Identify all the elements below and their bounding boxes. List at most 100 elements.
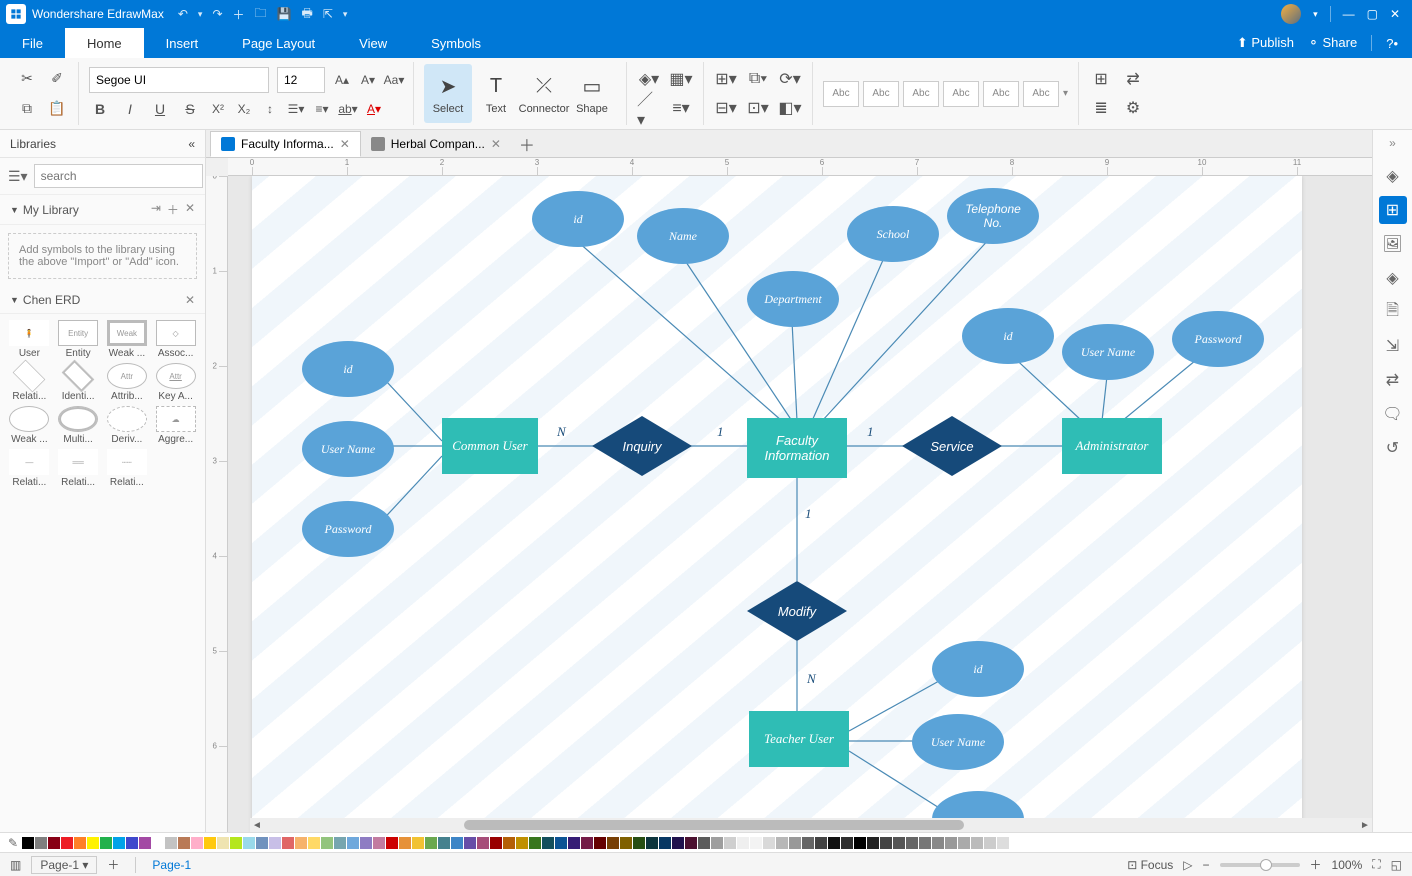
color-swatch[interactable] <box>750 837 762 849</box>
close-tab-icon[interactable]: ✕ <box>340 137 350 151</box>
attr-ellipse[interactable]: Password <box>1172 311 1264 367</box>
image-panel-icon[interactable]: 🖼 <box>1379 230 1407 258</box>
attr-ellipse[interactable]: Department <box>747 271 839 327</box>
select-tool[interactable]: ➤Select <box>424 64 472 123</box>
color-swatch[interactable] <box>867 837 879 849</box>
color-swatch[interactable] <box>932 837 944 849</box>
new-icon[interactable]: ＋ <box>233 6 245 23</box>
color-swatch[interactable] <box>204 837 216 849</box>
bold-icon[interactable]: B <box>89 98 111 120</box>
shape-user[interactable]: 🧍User <box>6 320 53 359</box>
align-icon[interactable]: ⊞▾ <box>714 67 738 91</box>
line-icon[interactable]: ／▾ <box>637 96 661 120</box>
superscript-icon[interactable]: X² <box>209 100 227 118</box>
style-preset[interactable]: Abc <box>943 81 979 107</box>
color-swatch[interactable] <box>100 837 112 849</box>
attr-ellipse[interactable]: School <box>847 206 939 262</box>
style-more-icon[interactable]: ▾ <box>1063 88 1068 99</box>
color-swatch[interactable] <box>35 837 47 849</box>
color-swatch[interactable] <box>321 837 333 849</box>
entity-administrator[interactable]: Administrator <box>1062 418 1162 474</box>
color-swatch[interactable] <box>464 837 476 849</box>
color-swatch[interactable] <box>438 837 450 849</box>
color-swatch[interactable] <box>48 837 60 849</box>
color-swatch[interactable] <box>776 837 788 849</box>
outline-view-icon[interactable]: ▥ <box>0 858 31 872</box>
shape-weak-entity[interactable]: WeakWeak ... <box>104 320 151 359</box>
font-increase-icon[interactable]: A▴ <box>333 71 351 89</box>
color-swatch[interactable] <box>919 837 931 849</box>
page-selector[interactable]: Page-1 ▾ <box>31 856 97 874</box>
attr-ellipse[interactable]: User Name <box>912 714 1004 770</box>
style-preset[interactable]: Abc <box>823 81 859 107</box>
color-swatch[interactable] <box>191 837 203 849</box>
rotate-icon[interactable]: ⟳▾ <box>778 67 802 91</box>
notes-panel-icon[interactable]: 🗎 <box>1379 298 1407 326</box>
rel-modify[interactable]: Modify <box>747 581 847 641</box>
color-swatch[interactable] <box>243 837 255 849</box>
color-swatch[interactable] <box>685 837 697 849</box>
shape-deriv[interactable]: Deriv... <box>104 406 151 445</box>
connector-tool[interactable]: ⤫Connector <box>520 64 568 123</box>
layers-panel-icon[interactable]: ◈ <box>1379 264 1407 292</box>
attr-ellipse[interactable]: TelephoneNo. <box>947 188 1039 244</box>
fit-page-icon[interactable]: ⛶ <box>1372 857 1380 872</box>
color-swatch[interactable] <box>646 837 658 849</box>
numbering-icon[interactable]: ≡▾ <box>313 100 331 118</box>
shape-line2[interactable]: ══Relati... <box>55 449 102 488</box>
avatar-dropdown-icon[interactable]: ▾ <box>1313 9 1318 20</box>
help-button[interactable]: ?• <box>1386 36 1398 51</box>
doc-tab-active[interactable]: Faculty Informa... ✕ <box>210 131 361 157</box>
maximize-button[interactable]: ▢ <box>1367 7 1378 21</box>
underline-icon[interactable]: U <box>149 98 171 120</box>
color-swatch[interactable] <box>490 837 502 849</box>
scroll-right-icon[interactable]: ► <box>1358 820 1372 831</box>
shape-line3[interactable]: ┄┄Relati... <box>104 449 151 488</box>
color-swatch[interactable] <box>568 837 580 849</box>
color-swatch[interactable] <box>893 837 905 849</box>
color-swatch[interactable] <box>841 837 853 849</box>
collapse-panel-icon[interactable]: « <box>188 137 195 151</box>
color-swatch[interactable] <box>958 837 970 849</box>
color-swatch[interactable] <box>269 837 281 849</box>
paste-icon[interactable]: 📋 <box>46 97 68 119</box>
color-swatch[interactable] <box>165 837 177 849</box>
color-swatch[interactable] <box>737 837 749 849</box>
doc-tab[interactable]: Herbal Compan... ✕ <box>361 131 511 157</box>
shape-line1[interactable]: ―Relati... <box>6 449 53 488</box>
copy-icon[interactable]: ⧉ <box>16 97 38 119</box>
shape-weak-attr[interactable]: Weak ... <box>6 406 53 445</box>
page-indicator[interactable]: Page-1 <box>142 858 201 872</box>
color-swatch[interactable] <box>997 837 1009 849</box>
print-icon[interactable]: 🖶 <box>301 4 312 25</box>
line-spacing-icon[interactable]: ↕ <box>261 100 279 118</box>
color-swatch[interactable] <box>360 837 372 849</box>
color-swatch[interactable] <box>581 837 593 849</box>
close-section-icon[interactable]: ✕ <box>185 293 195 307</box>
color-swatch[interactable] <box>87 837 99 849</box>
menu-symbols[interactable]: Symbols <box>409 28 503 58</box>
color-swatch[interactable] <box>477 837 489 849</box>
color-swatch[interactable] <box>412 837 424 849</box>
color-swatch[interactable] <box>971 837 983 849</box>
color-swatch[interactable] <box>217 837 229 849</box>
bullets-icon[interactable]: ☰▾ <box>287 100 305 118</box>
scroll-left-icon[interactable]: ◄ <box>250 820 264 831</box>
style-preset[interactable]: Abc <box>863 81 899 107</box>
italic-icon[interactable]: I <box>119 98 141 120</box>
color-swatch[interactable] <box>386 837 398 849</box>
font-size-select[interactable] <box>277 67 325 93</box>
color-swatch[interactable] <box>22 837 34 849</box>
shape-relation[interactable]: Relati... <box>6 363 53 402</box>
font-name-select[interactable] <box>89 67 269 93</box>
color-swatch[interactable] <box>698 837 710 849</box>
color-swatch[interactable] <box>373 837 385 849</box>
color-swatch[interactable] <box>815 837 827 849</box>
cut-icon[interactable]: ✂ <box>16 68 38 90</box>
open-icon[interactable]: 🗀 <box>255 4 267 25</box>
color-swatch[interactable] <box>61 837 73 849</box>
color-swatch[interactable] <box>711 837 723 849</box>
color-swatch[interactable] <box>607 837 619 849</box>
color-swatch[interactable] <box>230 837 242 849</box>
font-color-icon[interactable]: A▾ <box>365 100 383 118</box>
